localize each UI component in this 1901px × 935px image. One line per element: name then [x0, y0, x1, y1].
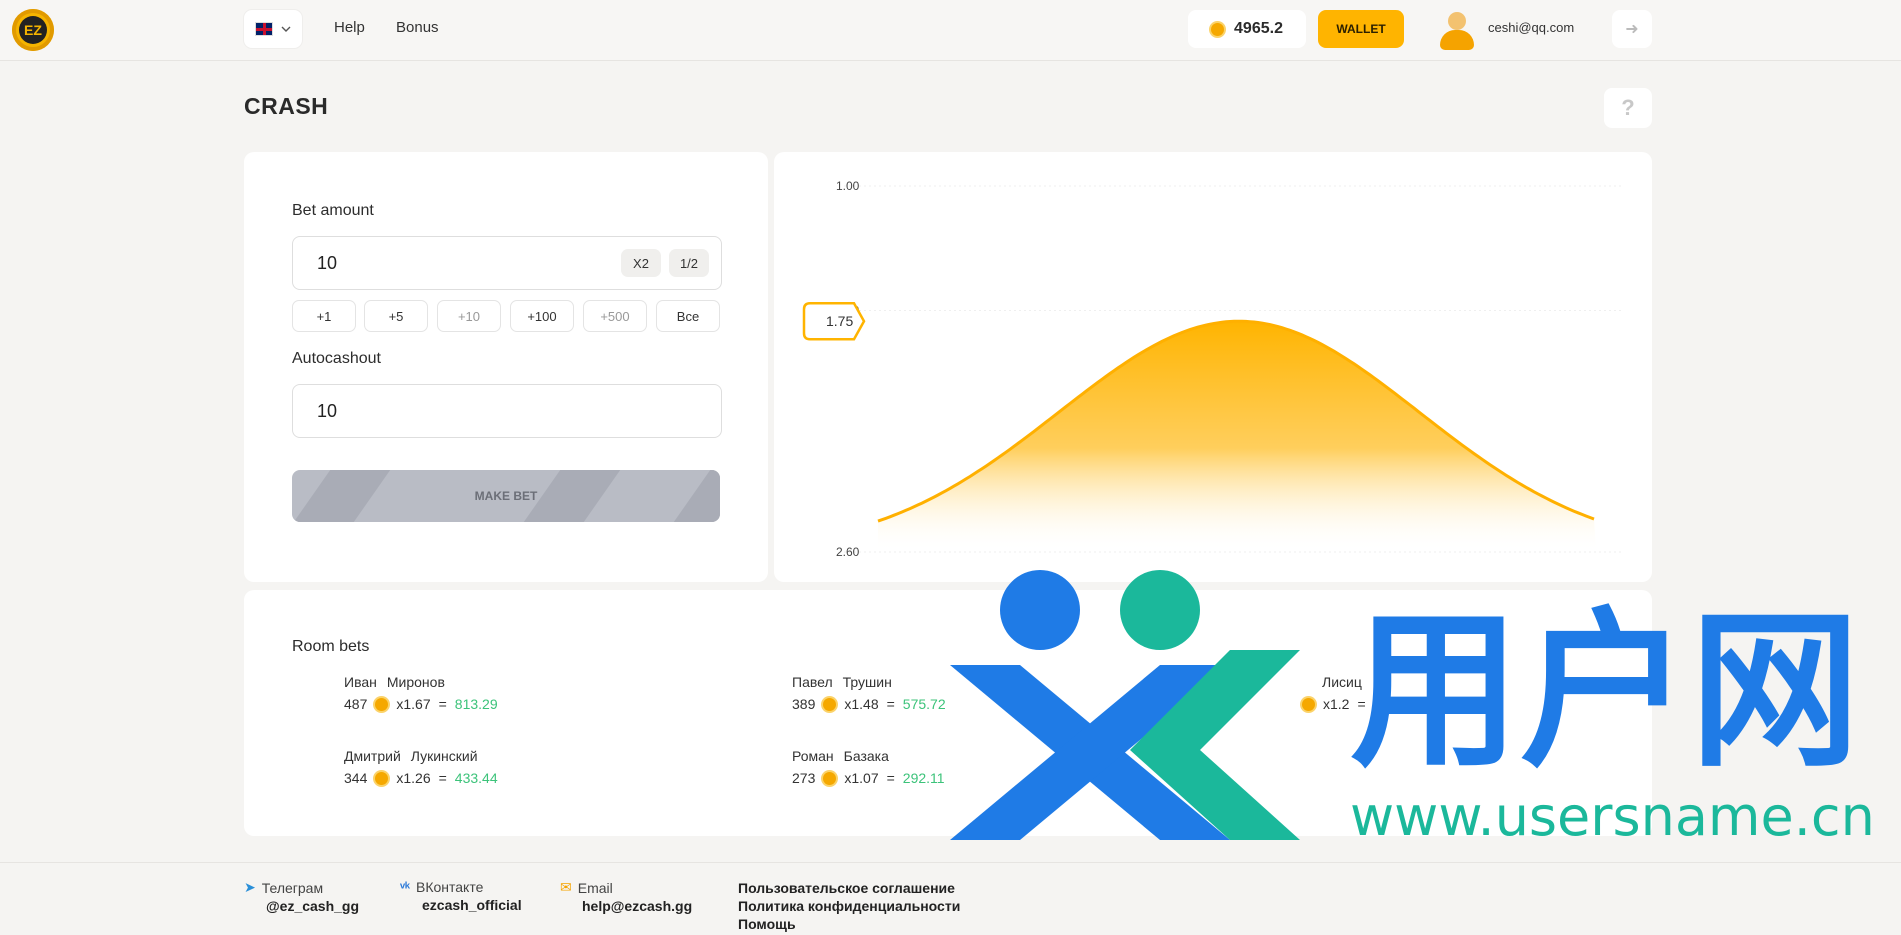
room-bets-panel: Room bets Иван Миронов 487 x1.67 = 813.29 Па… [244, 590, 1652, 836]
bet-value: 389 [792, 696, 816, 712]
crash-chart: 1.001.602.60 1.75 [802, 179, 1624, 559]
autocashout-value: 10 [317, 401, 338, 421]
coin-icon [375, 697, 389, 711]
marker-value: 1.75 [826, 313, 853, 329]
half-bet-button[interactable]: 1/2 [669, 249, 709, 277]
win-amount: 433.44 [454, 770, 498, 786]
autocashout-input[interactable]: 10 [292, 384, 722, 438]
room-bet-entry: Дмитрий Лукинский 344 x1.26 = 433.44 [344, 748, 498, 786]
room-bets-title: Room bets [292, 638, 370, 655]
language-selector[interactable] [244, 10, 302, 48]
double-bet-button[interactable]: X2 [621, 249, 661, 277]
room-bet-entry: Иван Миронов 487 x1.67 = 813.29 [344, 674, 498, 712]
quick-add-1[interactable]: +1 [292, 300, 356, 332]
player-first-name: Павел [792, 674, 833, 690]
quick-all[interactable]: Все [656, 300, 720, 332]
wallet-button[interactable]: WALLET [1318, 10, 1404, 48]
chart-y-ticks: 1.001.602.60 [836, 179, 860, 559]
multiplier: x1.2 [1323, 696, 1350, 712]
footer-email[interactable]: ✉ Email help@ezcash.gg [560, 879, 692, 914]
win-amount: 813.29 [454, 696, 498, 712]
bet-value: 487 [344, 696, 368, 712]
bet-amount-label: Bet amount [292, 202, 374, 219]
player-last-name: Лисиц [1322, 674, 1362, 690]
player-first-name: Дмитрий [344, 748, 401, 764]
footer-link-privacy[interactable]: Политика конфиденциальности [738, 897, 960, 915]
crash-chart-panel: 1.001.602.60 1.75 [774, 152, 1652, 582]
quick-add-10[interactable]: +10 [437, 300, 501, 332]
nav-bonus[interactable]: Bonus [396, 19, 439, 36]
coin-icon [823, 771, 837, 785]
bet-amount-value: 10 [317, 253, 338, 273]
bet-panel: Bet amount 10 X2 1/2 +1 +5 +10 +100 +500… [244, 152, 768, 582]
multiplier: x1.48 [844, 696, 879, 712]
room-bet-entry: Павел Трушин 389 x1.48 = 575.72 [792, 674, 946, 712]
footer-links: Пользовательское соглашение Политика кон… [738, 879, 960, 933]
equals-sign: = [438, 770, 447, 786]
coin-icon [1211, 22, 1225, 36]
player-first-name: Роман [792, 748, 834, 764]
current-multiplier-marker: 1.75 [802, 301, 866, 341]
footer: ➤ Телеграм @ez_cash_gg ᵛᵏ ВКонтакте ezcash… [0, 862, 1901, 935]
uk-flag-icon [255, 22, 273, 36]
footer-link-help[interactable]: Помощь [738, 915, 960, 933]
multiplier: x1.07 [844, 770, 879, 786]
equals-sign: = [438, 696, 447, 712]
telegram-icon: ➤ [244, 879, 256, 895]
y-tick-label: 2.60 [836, 545, 860, 559]
y-tick-label: 1.00 [836, 179, 860, 193]
bet-value: 273 [792, 770, 816, 786]
logo-mark: EZ [19, 16, 47, 44]
question-icon: ? [1621, 95, 1635, 120]
page-title: CRASH [244, 93, 329, 119]
quick-add-5[interactable]: +5 [364, 300, 428, 332]
quick-add-500[interactable]: +500 [583, 300, 647, 332]
player-last-name: Базака [843, 748, 889, 764]
room-bet-entry: Лисиц x1.2 = [1274, 674, 1372, 712]
win-amount: 292.11 [902, 770, 945, 786]
footer-vk[interactable]: ᵛᵏ ВКонтакте ezcash_official [400, 879, 522, 913]
equals-sign: = [886, 696, 895, 712]
player-last-name: Трушин [842, 674, 892, 690]
coin-icon [823, 697, 837, 711]
win-amount: 575.72 [902, 696, 946, 712]
chart-area [878, 321, 1596, 552]
email-icon: ✉ [560, 879, 572, 895]
balance-display: 4965.2 [1188, 10, 1306, 48]
avatar[interactable] [1438, 8, 1476, 50]
make-bet-label: MAKE BET [474, 489, 538, 503]
room-bet-entry: Роман Базака 273 x1.07 = 292.11 [792, 748, 945, 786]
help-question-button[interactable]: ? [1604, 88, 1652, 128]
footer-link-terms[interactable]: Пользовательское соглашение [738, 879, 960, 897]
chevron-down-icon [281, 26, 291, 32]
bet-amount-input[interactable]: 10 X2 1/2 [292, 236, 722, 290]
player-last-name: Миронов [386, 674, 445, 690]
multiplier: x1.26 [396, 770, 431, 786]
logout-button[interactable]: ➜ [1612, 10, 1652, 48]
user-email[interactable]: ceshi@qq.com [1488, 20, 1574, 35]
coin-icon [375, 771, 389, 785]
bet-value: 344 [344, 770, 368, 786]
balance-value: 4965.2 [1234, 20, 1283, 37]
logout-icon: ➜ [1625, 21, 1639, 38]
make-bet-button[interactable]: MAKE BET [292, 470, 720, 522]
player-last-name: Лукинский [410, 748, 478, 764]
nav-help[interactable]: Help [334, 19, 365, 36]
autocashout-label: Autocashout [292, 350, 381, 367]
vk-icon: ᵛᵏ [400, 879, 410, 895]
player-first-name: Иван [344, 674, 377, 690]
quick-add-100[interactable]: +100 [510, 300, 574, 332]
logo[interactable]: EZ [12, 9, 54, 51]
multiplier: x1.67 [396, 696, 431, 712]
footer-telegram[interactable]: ➤ Телеграм @ez_cash_gg [244, 879, 359, 914]
coin-icon [1302, 697, 1315, 711]
top-bar: EZ Help Bonus 4965.2 WALLET ceshi@qq.com… [0, 0, 1901, 61]
equals-sign: = [1357, 696, 1366, 712]
equals-sign: = [886, 770, 895, 786]
